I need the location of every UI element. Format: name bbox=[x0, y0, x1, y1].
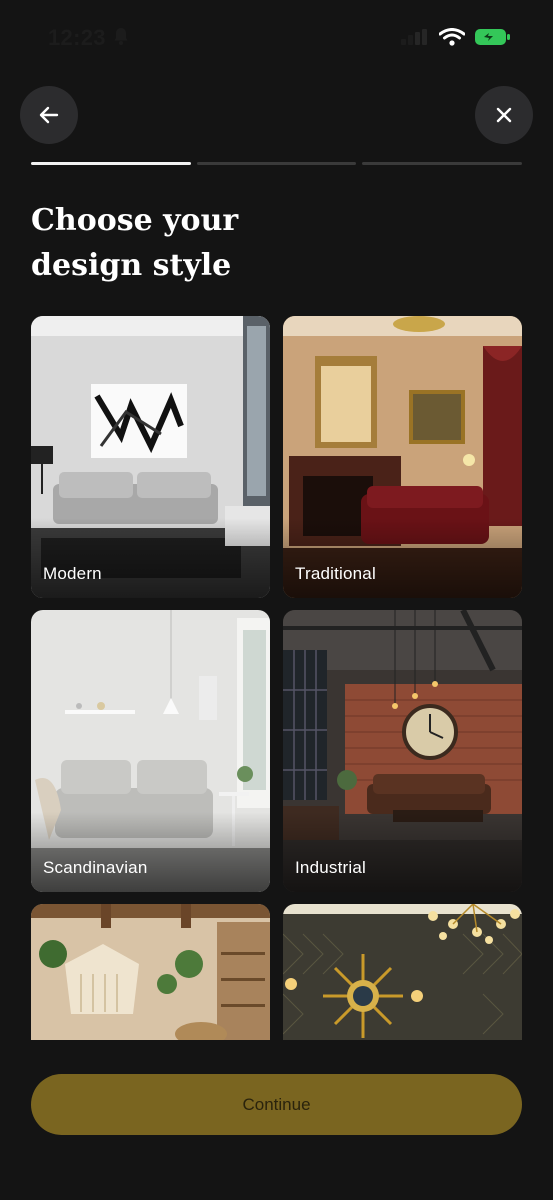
progress-step-3 bbox=[362, 162, 523, 165]
page-title: Choose your design style bbox=[31, 203, 239, 283]
card-shade bbox=[283, 812, 522, 892]
boho-room-image bbox=[31, 904, 270, 1043]
style-card-label: Scandinavian bbox=[43, 858, 148, 877]
battery-icon bbox=[475, 29, 510, 45]
continue-button-label: Continue bbox=[242, 1094, 311, 1114]
progress-step-1 bbox=[31, 162, 191, 165]
card-shade bbox=[283, 518, 522, 598]
style-card-label: Industrial bbox=[295, 858, 366, 877]
back-button[interactable] bbox=[20, 86, 78, 144]
close-button[interactable] bbox=[475, 86, 533, 144]
style-card-label: Modern bbox=[43, 564, 102, 583]
status-time: 12:23 bbox=[48, 25, 106, 50]
style-card-5[interactable] bbox=[31, 904, 270, 1043]
bell-icon bbox=[114, 28, 128, 45]
style-card-6[interactable] bbox=[283, 904, 522, 1043]
continue-button[interactable]: Continue bbox=[31, 1074, 522, 1135]
signal-icon bbox=[401, 29, 427, 45]
style-card-modern[interactable]: Modern bbox=[31, 316, 270, 598]
step-progress bbox=[31, 162, 523, 166]
status-indicators bbox=[401, 28, 511, 46]
status-bar: 12:23 bbox=[0, 0, 553, 76]
style-card-traditional[interactable]: Traditional bbox=[283, 316, 522, 598]
card-shade bbox=[31, 812, 270, 892]
style-card-industrial[interactable]: Industrial bbox=[283, 610, 522, 892]
progress-step-2 bbox=[196, 162, 357, 165]
close-icon bbox=[496, 107, 512, 123]
style-grid: Modern Traditional Scandinavian Industri… bbox=[31, 316, 522, 1043]
artdeco-room-image bbox=[283, 904, 522, 1043]
wifi-icon bbox=[439, 28, 465, 46]
style-card-scandinavian[interactable]: Scandinavian bbox=[31, 610, 270, 892]
arrow-left-icon bbox=[39, 106, 59, 124]
card-shade bbox=[31, 518, 270, 598]
style-card-label: Traditional bbox=[295, 564, 376, 583]
